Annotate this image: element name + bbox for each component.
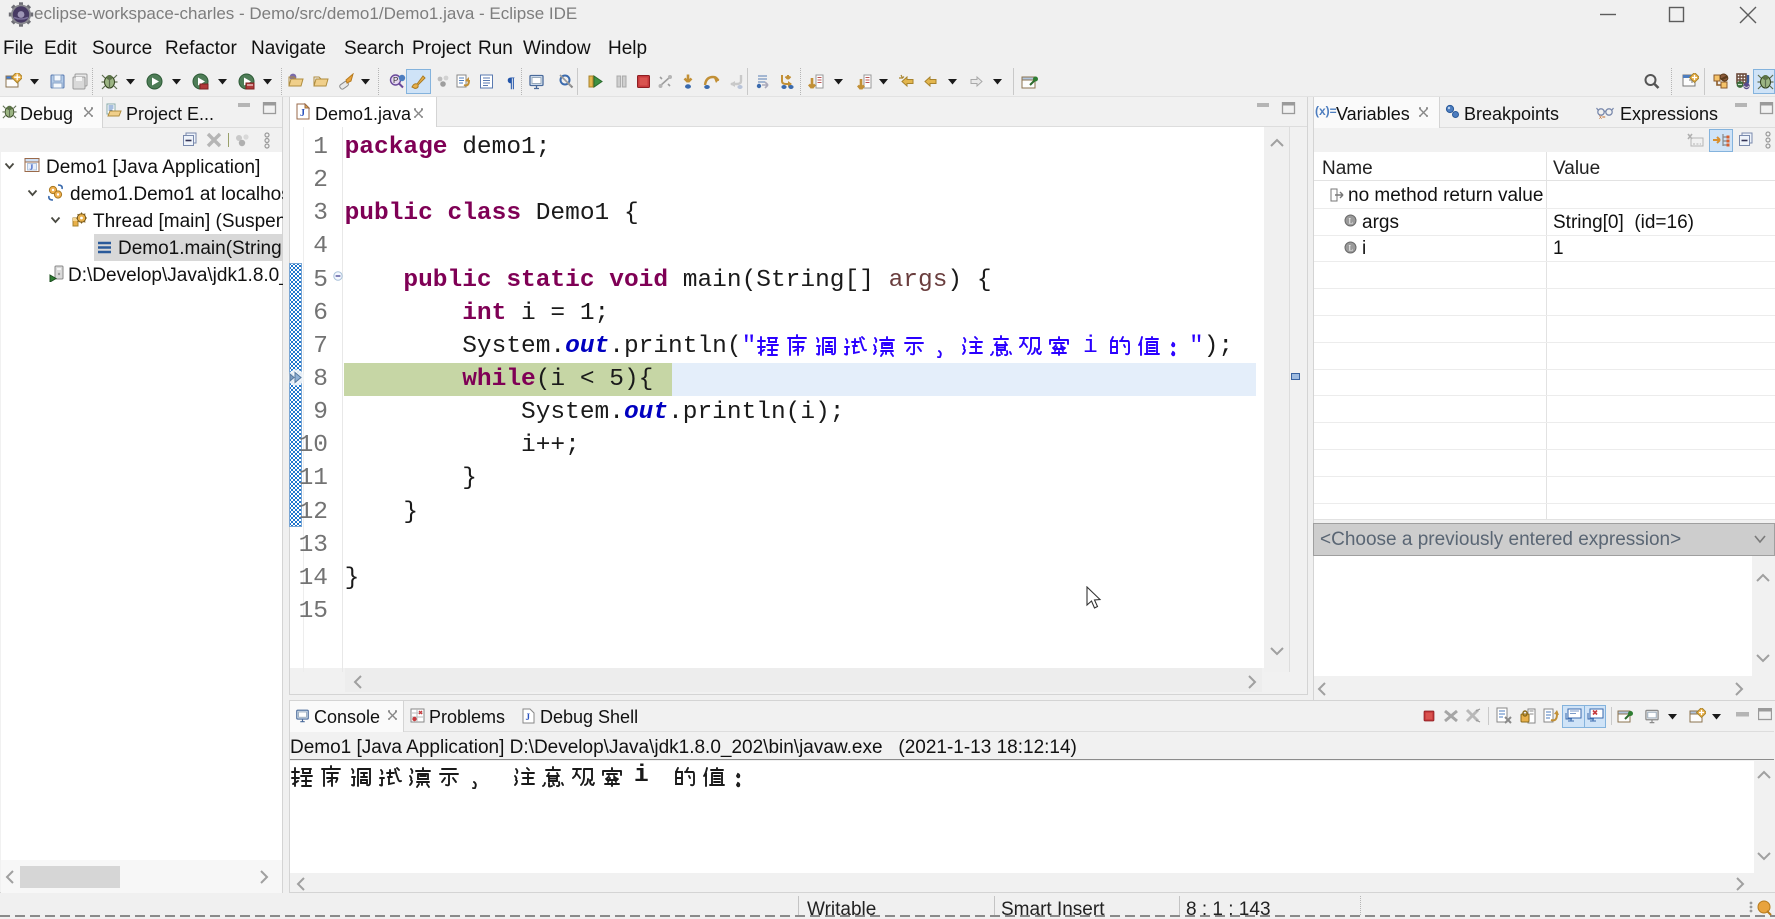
svg-text:L: L xyxy=(1349,244,1354,253)
svg-text:¶: ¶ xyxy=(507,75,515,90)
svg-text:P: P xyxy=(393,76,398,85)
svg-text:J: J xyxy=(30,163,34,172)
svg-text:x=: x= xyxy=(1599,115,1606,120)
svg-text:J: J xyxy=(526,712,531,722)
svg-text:J: J xyxy=(300,108,305,119)
svg-text:L: L xyxy=(1349,217,1354,226)
